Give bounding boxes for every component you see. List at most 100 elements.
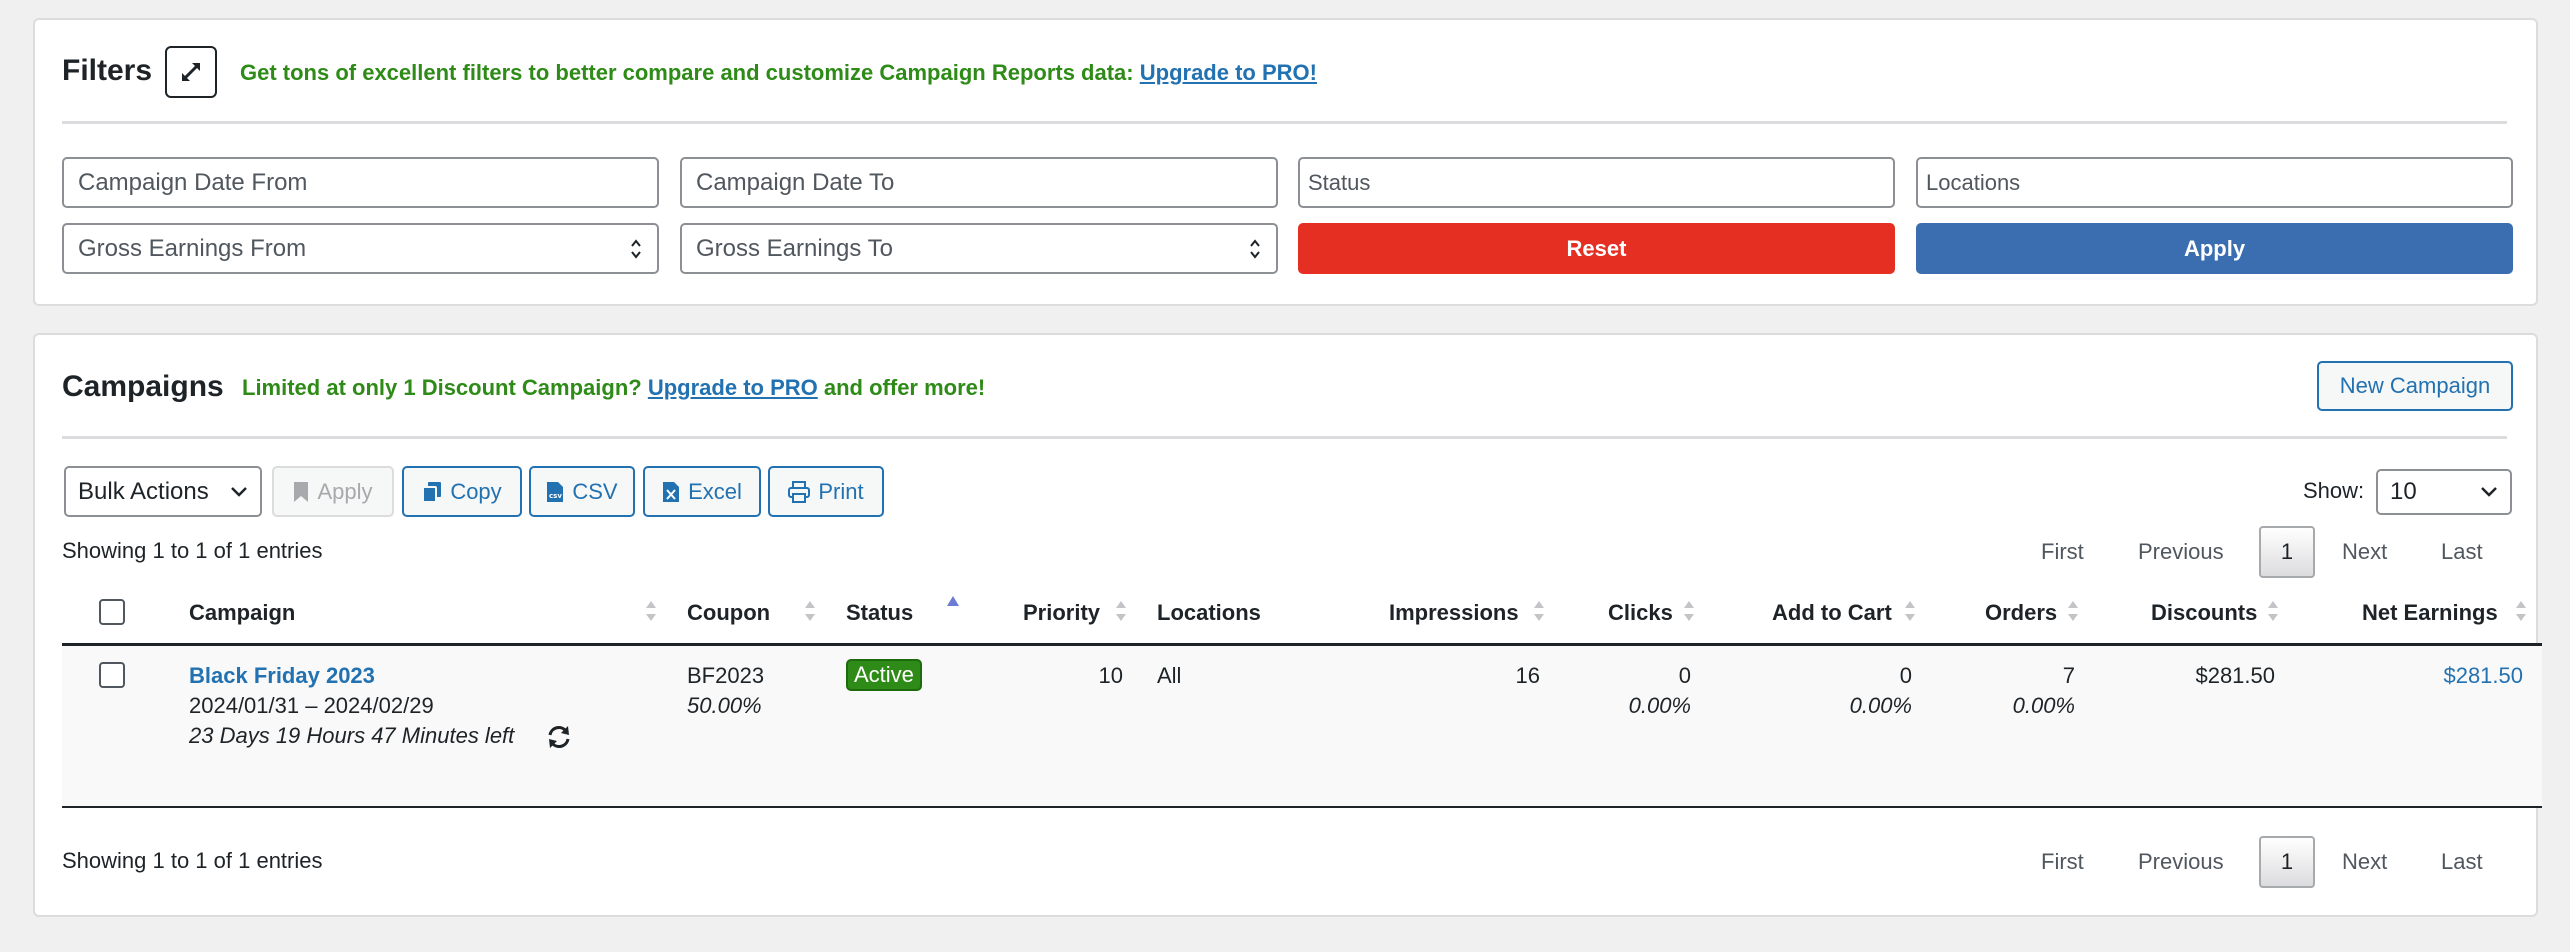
discounts-value: $281.50	[2195, 663, 2275, 688]
locations-placeholder: Locations	[1926, 169, 2021, 195]
filters-promo: Get tons of excellent filters to better …	[240, 60, 1317, 86]
table-footer-border	[62, 806, 2542, 808]
entries-info-bottom: Showing 1 to 1 of 1 entries	[62, 848, 323, 873]
campaign-name-link[interactable]: Black Friday 2023	[189, 663, 375, 689]
priority-value: 10	[1098, 663, 1123, 688]
gross-to-placeholder: Gross Earnings To	[696, 234, 893, 262]
pager-next[interactable]: Next	[2342, 526, 2387, 578]
col-status[interactable]: Status	[846, 600, 913, 626]
excel-file-icon	[663, 481, 680, 502]
sort-icon[interactable]	[2066, 597, 2080, 625]
sort-icon[interactable]	[1682, 597, 1696, 625]
bulk-apply-label: Apply	[317, 478, 373, 504]
campaigns-title: Campaigns	[62, 370, 224, 403]
pager-previous[interactable]: Previous	[2138, 526, 2224, 578]
campaigns-promo: Limited at only 1 Discount Campaign? Upg…	[242, 375, 985, 401]
col-clicks[interactable]: Clicks	[1608, 600, 1673, 626]
orders-percent: 0.00%	[2012, 693, 2075, 718]
print-label: Print	[818, 478, 864, 504]
date-to-placeholder: Campaign Date To	[696, 168, 895, 196]
pager-first[interactable]: First	[2041, 526, 2084, 578]
sort-icon[interactable]	[803, 597, 817, 625]
spinner-icon[interactable]	[1248, 236, 1262, 262]
pager-page-1[interactable]: 1	[2259, 836, 2315, 888]
sort-icon[interactable]	[2514, 597, 2528, 625]
bulk-actions-select[interactable]: Bulk Actions	[64, 466, 262, 517]
print-button[interactable]: Print	[768, 466, 884, 517]
col-add-to-cart[interactable]: Add to Cart	[1772, 600, 1892, 626]
csv-file-icon: csv	[547, 481, 564, 502]
filters-panel: Filters Get tons of excellent filters to…	[33, 18, 2538, 306]
pager-last[interactable]: Last	[2441, 836, 2483, 888]
sort-icon[interactable]	[2266, 597, 2280, 625]
expand-icon	[182, 63, 200, 81]
net-earnings-link[interactable]: $281.50	[2375, 663, 2523, 689]
select-all-checkbox[interactable]	[99, 599, 125, 625]
clicks-value: 0	[1678, 663, 1691, 688]
bulk-apply-button[interactable]: Apply	[272, 466, 394, 517]
pager-next[interactable]: Next	[2342, 836, 2387, 888]
gross-earnings-to-input[interactable]: Gross Earnings To	[680, 223, 1278, 274]
refresh-icon[interactable]	[545, 723, 573, 751]
svg-text:csv: csv	[549, 492, 562, 500]
page-size-value: 10	[2390, 478, 2417, 505]
upgrade-pro-link[interactable]: Upgrade to PRO	[648, 375, 818, 400]
expand-filters-button[interactable]	[165, 46, 217, 98]
sort-icon[interactable]	[1532, 597, 1546, 625]
spinner-icon[interactable]	[629, 236, 643, 262]
campaigns-divider	[62, 436, 2507, 439]
filters-promo-text: Get tons of excellent filters to better …	[240, 60, 1134, 85]
campaigns-panel: Campaigns Limited at only 1 Discount Cam…	[33, 333, 2542, 917]
show-label: Show:	[2303, 478, 2365, 503]
reset-button[interactable]: Reset	[1298, 223, 1895, 274]
csv-button[interactable]: csv CSV	[529, 466, 635, 517]
sort-icon[interactable]	[644, 597, 658, 625]
sort-ascending-icon[interactable]	[946, 593, 960, 609]
pager-page-1[interactable]: 1	[2259, 526, 2315, 578]
col-coupon[interactable]: Coupon	[687, 600, 770, 626]
status-placeholder: Status	[1308, 169, 1371, 195]
col-priority[interactable]: Priority	[1023, 600, 1100, 626]
status-select[interactable]: Status	[1298, 157, 1895, 208]
pager-previous[interactable]: Previous	[2138, 836, 2224, 888]
apply-filters-button[interactable]: Apply	[1916, 223, 2513, 274]
pager-last[interactable]: Last	[2441, 526, 2483, 578]
upgrade-pro-link[interactable]: Upgrade to PRO!	[1140, 60, 1317, 85]
new-campaign-button[interactable]: New Campaign	[2317, 361, 2513, 411]
campaign-date-to-input[interactable]: Campaign Date To	[680, 157, 1278, 208]
gross-earnings-from-input[interactable]: Gross Earnings From	[62, 223, 659, 274]
chevron-down-icon	[231, 486, 247, 497]
excel-button[interactable]: Excel	[643, 466, 761, 517]
filters-title: Filters	[62, 54, 153, 87]
col-net-earnings[interactable]: Net Earnings	[2362, 600, 2498, 626]
pager-first[interactable]: First	[2041, 836, 2084, 888]
pagination-bottom: First Previous 1 Next Last	[2035, 836, 2535, 888]
campaigns-promo-prefix: Limited at only 1 Discount Campaign?	[242, 375, 642, 400]
col-impressions[interactable]: Impressions	[1389, 600, 1519, 626]
clicks-percent: 0.00%	[1628, 693, 1691, 718]
bookmark-icon	[294, 481, 309, 502]
col-orders[interactable]: Orders	[1985, 600, 2057, 626]
copy-icon	[422, 481, 442, 503]
page-size-select[interactable]: 10	[2376, 469, 2512, 515]
campaign-date-from-input[interactable]: Campaign Date From	[62, 157, 659, 208]
bulk-actions-label: Bulk Actions	[78, 477, 209, 505]
status-badge: Active	[846, 659, 922, 691]
csv-label: CSV	[572, 478, 618, 504]
col-discounts[interactable]: Discounts	[2151, 600, 2257, 626]
copy-button[interactable]: Copy	[402, 466, 522, 517]
print-icon	[788, 480, 811, 503]
locations-select[interactable]: Locations	[1916, 157, 2513, 208]
pagination-top: First Previous 1 Next Last	[2035, 526, 2535, 578]
excel-label: Excel	[688, 478, 742, 504]
row-checkbox[interactable]	[99, 662, 125, 688]
sort-icon[interactable]	[1903, 597, 1917, 625]
sort-icon[interactable]	[1114, 597, 1128, 625]
gross-from-placeholder: Gross Earnings From	[78, 234, 307, 262]
add-to-cart-percent: 0.00%	[1849, 693, 1912, 718]
coupon-percent: 50.00%	[687, 693, 762, 718]
orders-value: 7	[2062, 663, 2075, 688]
col-campaign[interactable]: Campaign	[189, 600, 295, 626]
campaign-time-left: 23 Days 19 Hours 47 Minutes left	[189, 723, 515, 748]
filters-divider	[62, 121, 2507, 124]
